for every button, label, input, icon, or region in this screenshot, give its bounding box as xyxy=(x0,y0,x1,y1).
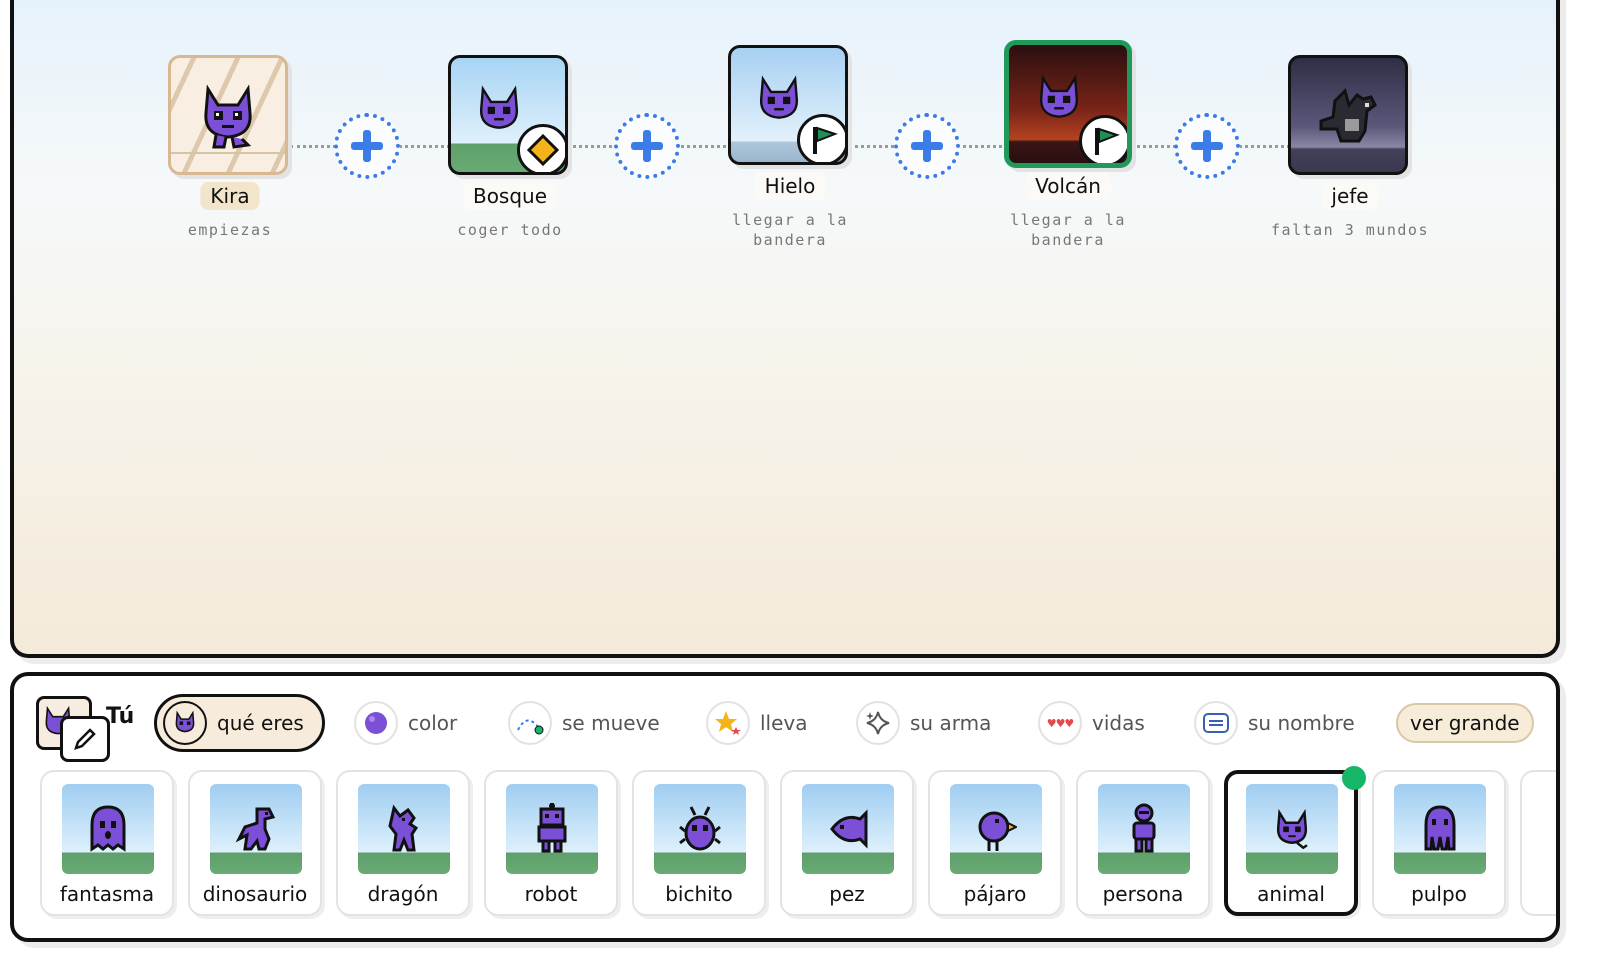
path-node-sublabel: coger todo xyxy=(457,221,563,239)
character-card-persona[interactable]: persona xyxy=(1076,770,1210,916)
path-node-level[interactable]: Hielo llegar a la bandera xyxy=(728,45,852,255)
path-node-level[interactable]: Bosque coger todo xyxy=(448,55,572,255)
character-card-pez[interactable]: pez xyxy=(780,770,914,916)
tab-label: su arma xyxy=(910,711,992,735)
path-node-label: Volcán xyxy=(1025,172,1111,200)
plus-icon xyxy=(351,130,383,162)
character-card-label: pájaro xyxy=(963,882,1027,906)
path-node-level-selected[interactable]: Volcán llegar a la bandera xyxy=(1004,40,1132,255)
edit-pencil-button[interactable] xyxy=(60,716,110,762)
character-card-label: pulpo xyxy=(1411,882,1467,906)
fish-icon xyxy=(830,809,868,849)
tab-color[interactable]: color xyxy=(354,694,457,752)
pencil-icon xyxy=(74,728,96,750)
character-card-animal[interactable]: animal xyxy=(1224,766,1366,916)
character-card-label: dinosaurio xyxy=(202,882,308,906)
character-card-label: animal xyxy=(1257,882,1325,906)
tab-lleva[interactable]: lleva xyxy=(706,694,808,752)
plus-icon xyxy=(631,130,663,162)
tab-su-arma[interactable]: su arma xyxy=(856,694,991,752)
flag-goal-icon xyxy=(1079,115,1127,163)
character-card-label: pez xyxy=(829,882,865,906)
tab-que-eres[interactable]: qué eres xyxy=(154,694,325,752)
tab-label: lleva xyxy=(760,711,808,735)
hearts-icon: ♥♥♥ xyxy=(1038,701,1082,745)
ghost-icon xyxy=(90,805,126,852)
bird-icon xyxy=(978,811,1017,851)
level-thumbnail[interactable] xyxy=(728,45,848,165)
path-node-sublabel: faltan 3 mundos xyxy=(1271,221,1429,239)
add-level-button[interactable] xyxy=(894,113,960,179)
tab-label: su nombre xyxy=(1248,711,1355,735)
character-card-bichito[interactable]: bichito xyxy=(632,770,766,916)
motion-path-icon xyxy=(508,701,552,745)
add-level-button[interactable] xyxy=(1174,113,1240,179)
path-node-sublabel: llegar a la bandera xyxy=(1010,211,1126,249)
character-card-fantasma[interactable]: fantasma xyxy=(40,770,174,916)
sparkle-icon xyxy=(856,701,900,745)
character-editor-panel: Tú qué eres color se mueve lleva su arma… xyxy=(10,672,1560,942)
level-thumbnail[interactable] xyxy=(448,55,568,175)
tab-label: color xyxy=(408,711,458,735)
path-node-sublabel: empiezas xyxy=(187,221,273,239)
character-card-dragon[interactable]: dragón xyxy=(336,770,470,916)
character-icon xyxy=(163,701,207,745)
character-card-label: robot xyxy=(524,882,578,906)
path-node-label: Hielo xyxy=(754,172,826,200)
plus-icon xyxy=(911,130,943,162)
diamond-goal-icon xyxy=(517,124,565,172)
character-card-label: persona xyxy=(1102,882,1184,906)
cat-character-icon xyxy=(1276,808,1308,850)
path-node-sublabel: llegar a la bandera xyxy=(732,211,848,249)
character-card-next[interactable] xyxy=(1520,770,1556,916)
character-type-list: fantasma dinosaurio dragón robot bichito… xyxy=(40,766,1556,916)
tab-label: se mueve xyxy=(562,711,660,735)
you-selector[interactable]: Tú xyxy=(34,692,144,762)
tab-su-nombre[interactable]: su nombre xyxy=(1194,694,1355,752)
path-node-label: jefe xyxy=(1321,182,1379,210)
cat-character-icon xyxy=(759,75,798,120)
dinosaur-icon xyxy=(235,807,276,851)
flag-goal-icon xyxy=(797,114,845,162)
character-card-label: dragón xyxy=(367,882,439,906)
dragon-icon xyxy=(388,804,419,852)
level-thumbnail[interactable] xyxy=(1004,40,1132,168)
path-node-label: Kira xyxy=(200,182,260,210)
view-large-button[interactable]: ver grande xyxy=(1396,703,1534,743)
character-card-robot[interactable]: robot xyxy=(484,770,618,916)
bug-icon xyxy=(679,806,721,851)
you-label: Tú xyxy=(106,704,135,729)
tab-label: vidas xyxy=(1092,711,1145,735)
person-icon xyxy=(1132,803,1156,853)
level-path-stage: Kira empiezas Bosque coger todo Hielo ll… xyxy=(10,0,1560,658)
character-card-label: bichito xyxy=(665,882,733,906)
cat-character-icon xyxy=(1039,74,1078,119)
name-tag-icon xyxy=(1194,701,1238,745)
path-node-boss[interactable]: jefe faltan 3 mundos xyxy=(1271,55,1427,255)
character-card-pulpo[interactable]: pulpo xyxy=(1372,770,1506,916)
selected-indicator xyxy=(1342,766,1366,790)
cat-character-icon xyxy=(204,84,252,149)
character-card-pajaro[interactable]: pájaro xyxy=(928,770,1062,916)
start-thumbnail[interactable] xyxy=(168,55,288,175)
character-card-dinosaurio[interactable]: dinosaurio xyxy=(188,770,322,916)
tab-se-mueve[interactable]: se mueve xyxy=(508,694,660,752)
boss-thumbnail[interactable] xyxy=(1288,55,1408,175)
path-node-start[interactable]: Kira empiezas xyxy=(168,55,292,255)
add-level-button[interactable] xyxy=(614,113,680,179)
add-level-button[interactable] xyxy=(334,113,400,179)
tab-vidas[interactable]: ♥♥♥ vidas xyxy=(1038,694,1145,752)
character-card-label: fantasma xyxy=(59,882,155,906)
path-node-label: Bosque xyxy=(462,182,558,210)
octopus-icon xyxy=(1424,805,1456,851)
cat-character-icon xyxy=(479,85,518,130)
tab-label: qué eres xyxy=(217,711,304,735)
robot-icon xyxy=(537,803,567,853)
color-dot-icon xyxy=(354,701,398,745)
dragon-boss-icon xyxy=(1319,88,1377,143)
attribute-tabs: Tú qué eres color se mueve lleva su arma… xyxy=(14,676,1556,766)
plus-icon xyxy=(1191,130,1223,162)
star-icon xyxy=(706,701,750,745)
